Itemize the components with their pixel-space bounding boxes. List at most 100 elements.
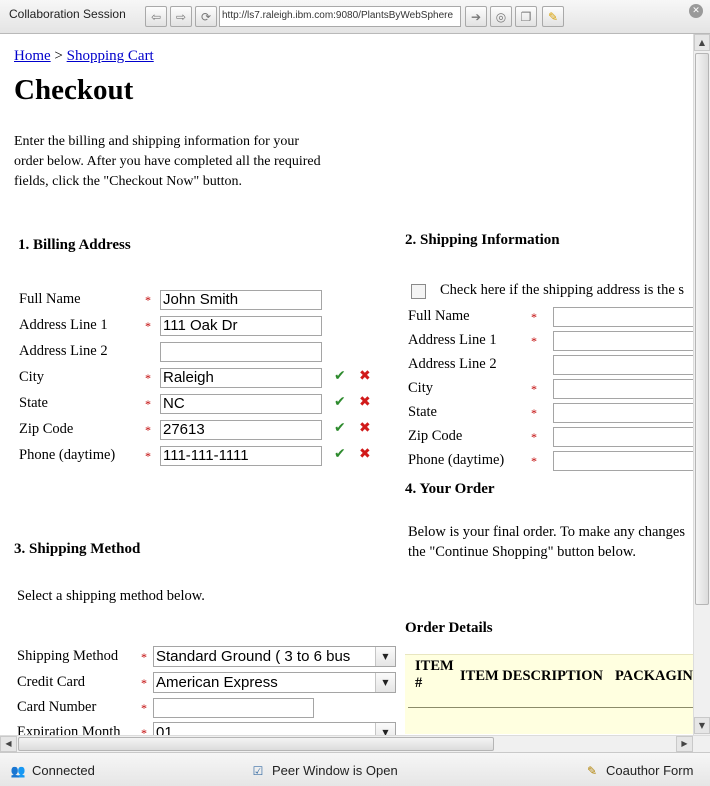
field-label: Address Line 1 [408,332,497,348]
field-label: Address Line 1 [19,317,108,333]
url-input[interactable]: http://ls7.raleigh.ibm.com:9080/PlantsBy… [219,6,461,27]
scroll-right-icon[interactable]: ▶ [676,736,693,752]
billing-state-input[interactable]: NC [160,394,322,414]
field-label: Address Line 2 [408,356,497,372]
order-heading: 4. Your Order [405,481,495,497]
chevron-down-icon[interactable]: ▼ [375,673,395,692]
field-label: Address Line 2 [19,343,108,359]
required-marker: * [141,650,147,664]
shipping-phone-input[interactable] [553,451,693,471]
field-label: Phone (daytime) [19,447,116,463]
scroll-up-icon[interactable]: ▲ [694,34,710,51]
required-marker: * [531,406,537,420]
required-marker: * [141,676,147,690]
clear-x-icon[interactable]: ✖ [359,368,371,384]
selected-value: American Express [156,674,278,691]
card-number-input[interactable] [153,698,314,718]
billing-city-input[interactable]: Raleigh [160,368,322,388]
expiration-month-select[interactable]: 01 ▼ [153,722,396,735]
window-toolbar: Collaboration Session ⇦ ⇨ ⟳ http://ls7.r… [0,0,710,34]
column-header-packaging: PACKAGIN [615,668,693,684]
field-label: Credit Card [17,674,86,690]
field-label: State [19,395,48,411]
required-marker: * [145,423,151,437]
required-marker: * [531,430,537,444]
same-address-checkbox[interactable] [411,284,426,299]
clear-x-icon[interactable]: ✖ [359,394,371,410]
column-header-item-hash: # [415,675,423,691]
refresh-icon[interactable]: ⟳ [195,6,217,27]
required-marker: * [141,701,147,715]
order-details-heading: Order Details [405,620,493,636]
table-divider [408,707,693,708]
breadcrumb-cart-link[interactable]: Shopping Cart [67,48,154,64]
credit-card-select[interactable]: American Express ▼ [153,672,396,693]
billing-zip-input[interactable]: 27613 [160,420,322,440]
horizontal-scrollbar[interactable]: ◀ ▶ [0,735,710,752]
content-viewport: Home > Shopping Cart Checkout Enter the … [0,34,693,735]
forward-arrow-icon[interactable]: ⇨ [170,6,192,27]
billing-full-name-input[interactable]: John Smith [160,290,322,310]
intro-text: Enter the billing and shipping informati… [14,134,321,189]
field-label: Full Name [19,291,81,307]
vertical-scrollbar[interactable]: ▲ ▼ [693,34,710,735]
same-address-label: Check here if the shipping address is th… [440,282,685,298]
shipping-method-instruction: Select a shipping method below. [17,588,205,604]
field-label: Expiration Month [17,724,121,735]
clear-x-icon[interactable]: ✖ [359,420,371,436]
required-marker: * [145,397,151,411]
shipping-full-name-input[interactable] [553,307,693,327]
highlight-icon[interactable]: ✎ [542,6,564,27]
scroll-left-icon[interactable]: ◀ [0,736,17,752]
shipping-state-input[interactable] [553,403,693,423]
users-icon: 👥 [10,763,26,778]
shipping-address1-input[interactable] [553,331,693,351]
share-icon[interactable]: ◎ [490,6,512,27]
billing-address1-input[interactable]: 111 Oak Dr [160,316,322,336]
shipping-address2-input[interactable] [553,355,693,375]
window-check-icon: ☑ [252,763,264,778]
valid-check-icon: ✔ [334,420,346,436]
required-marker: * [145,319,151,333]
window-title: Collaboration Session [9,7,126,21]
required-marker: * [145,371,151,385]
valid-check-icon: ✔ [334,368,346,384]
order-text-line1: Below is your final order. To make any c… [408,524,685,540]
status-coauthor[interactable]: ✎ Coauthor Form [584,763,693,778]
breadcrumb-home-link[interactable]: Home [14,48,51,64]
copy-icon[interactable]: ❐ [515,6,537,27]
billing-phone-input[interactable]: 111-111-1111 [160,446,322,466]
field-label: Zip Code [408,428,463,444]
shipping-zip-input[interactable] [553,427,693,447]
go-icon[interactable]: ➔ [465,6,487,27]
shipping-city-input[interactable] [553,379,693,399]
selected-value: Standard Ground ( 3 to 6 bus [156,648,351,665]
status-bar: 👥 Connected ☑ Peer Window is Open ✎ Coau… [0,752,710,786]
shipping-method-heading: 3. Shipping Method [14,541,141,557]
back-arrow-icon[interactable]: ⇦ [145,6,167,27]
valid-check-icon: ✔ [334,394,346,410]
field-label: Shipping Method [17,648,119,664]
status-peer-window[interactable]: ☑ Peer Window is Open [250,763,398,778]
selected-value: 01 [156,724,173,735]
coauthor-form-icon: ✎ [586,763,598,778]
breadcrumb-separator: > [54,48,63,64]
required-marker: * [531,334,537,348]
status-connected: 👥 Connected [10,763,95,778]
shipping-info-heading: 2. Shipping Information [405,232,560,248]
close-icon[interactable]: ✕ [689,4,703,18]
field-label: Phone (daytime) [408,452,505,468]
status-coauthor-label: Coauthor Form [606,763,694,778]
vertical-scroll-thumb[interactable] [695,53,709,605]
field-label: City [19,369,44,385]
billing-heading: 1. Billing Address [18,237,131,253]
shipping-method-select[interactable]: Standard Ground ( 3 to 6 bus ▼ [153,646,396,667]
clear-x-icon[interactable]: ✖ [359,446,371,462]
scroll-down-icon[interactable]: ▼ [694,717,710,734]
required-marker: * [531,310,537,324]
order-details-table: ITEM # ITEM DESCRIPTION PACKAGIN [405,654,693,734]
chevron-down-icon[interactable]: ▼ [375,723,395,735]
chevron-down-icon[interactable]: ▼ [375,647,395,666]
horizontal-scroll-thumb[interactable] [18,737,494,751]
billing-address2-input[interactable] [160,342,322,362]
